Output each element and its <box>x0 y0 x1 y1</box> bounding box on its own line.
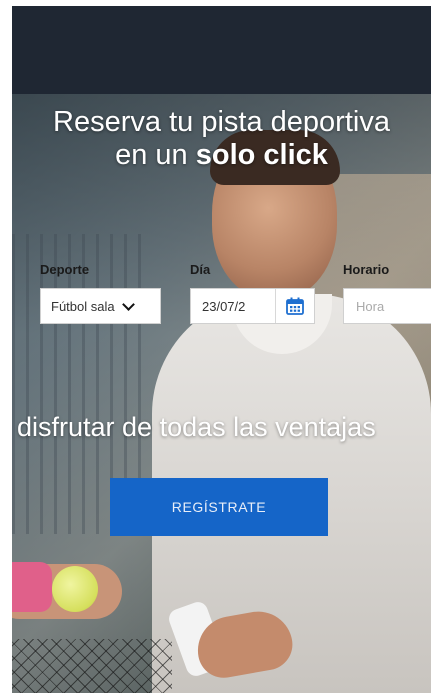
time-label: Horario <box>343 262 390 277</box>
headline-line-2-prefix: en un <box>115 139 196 171</box>
headline-line-1: Reserva tu pista deportiva <box>53 106 390 138</box>
headline-line-2-bold: solo click <box>195 139 328 171</box>
hero-other-sleeve <box>12 562 52 612</box>
benefits-text: disfrutar de todas las ventajas <box>17 412 376 442</box>
time-input[interactable]: Hora <box>343 288 431 324</box>
register-button[interactable]: REGÍSTRATE <box>110 478 328 536</box>
sport-select[interactable]: Fútbol sala <box>40 288 161 324</box>
day-label: Día <box>190 262 211 277</box>
hero-section: Reserva tu pista deportiva en un solo cl… <box>12 94 431 693</box>
headline-line-2: en un solo click <box>12 139 431 172</box>
time-input-placeholder: Hora <box>356 298 385 314</box>
date-input-value[interactable]: 23/07/2 <box>191 299 275 314</box>
calendar-button[interactable] <box>274 289 314 323</box>
sport-select-value: Fútbol sala <box>51 298 115 314</box>
tennis-net <box>12 639 172 693</box>
top-navigation-bar <box>12 6 431 94</box>
app-frame: Reserva tu pista deportiva en un solo cl… <box>12 6 431 693</box>
calendar-icon <box>285 297 304 315</box>
date-picker-field[interactable]: 23/07/2 <box>190 288 315 324</box>
tennis-ball-image <box>52 566 98 612</box>
chevron-down-icon <box>121 297 135 311</box>
hero-headline: Reserva tu pista deportiva en un solo cl… <box>12 106 431 172</box>
sport-label: Deporte <box>40 262 90 277</box>
